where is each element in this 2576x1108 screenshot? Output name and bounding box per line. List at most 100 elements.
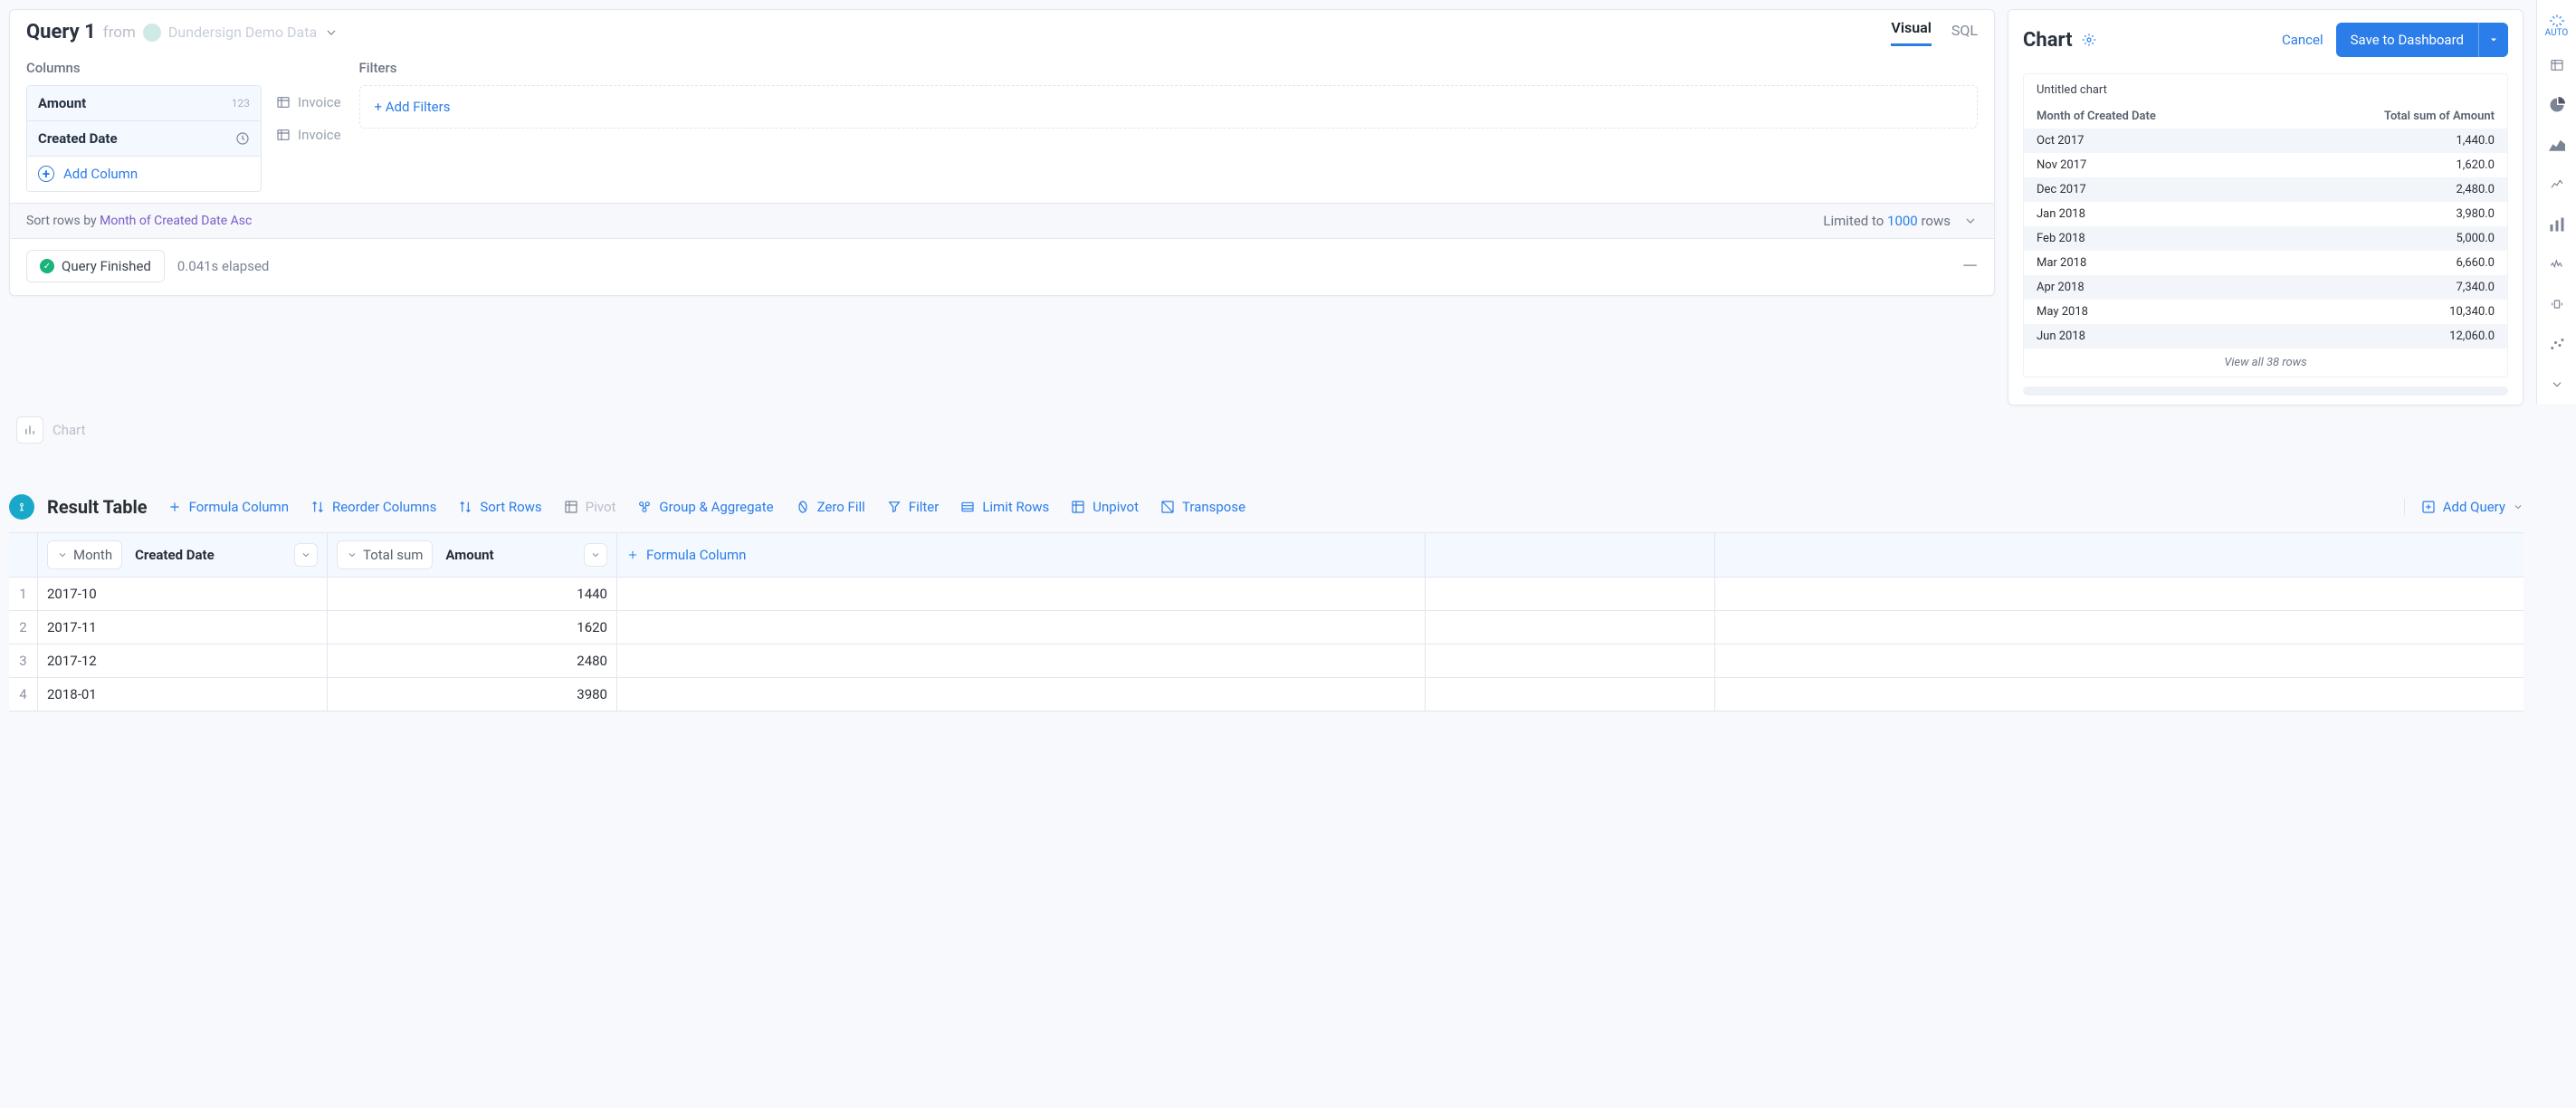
row-index: 4 — [9, 678, 38, 711]
rail-single-icon[interactable] — [2537, 284, 2576, 324]
zero-icon — [796, 500, 810, 514]
query-from-label: from — [103, 24, 136, 42]
collapse-button[interactable]: — — [1962, 255, 1978, 278]
empty-header — [1426, 533, 1715, 577]
action-sort-rows[interactable]: Sort Rows — [458, 499, 541, 515]
sort-description[interactable]: Sort rows by Month of Created Date Asc — [26, 214, 252, 228]
col-header-amount: Total sum Amount — [328, 533, 617, 577]
action-unpivot[interactable]: Unpivot — [1071, 499, 1139, 515]
chart-col-amount: Total sum of Amount — [2384, 110, 2495, 123]
query-panel: Query 1 from Dundersign Demo Data Visual… — [9, 9, 1995, 296]
action-transpose[interactable]: Transpose — [1160, 499, 1245, 515]
reorder-icon — [310, 500, 325, 514]
sort-icon — [458, 500, 472, 514]
add-formula-column-header[interactable]: Formula Column — [617, 533, 1426, 577]
table-chip-invoice[interactable]: Invoice — [276, 127, 341, 143]
cell-amount[interactable]: 1620 — [328, 611, 617, 644]
query-title[interactable]: Query 1 — [26, 21, 96, 43]
cell-amount[interactable]: 1440 — [328, 578, 617, 610]
chart-table-row: Nov 20171,620.0 — [2024, 153, 2507, 177]
sort-strip: Sort rows by Month of Created Date Asc L… — [10, 203, 1994, 239]
tab-visual[interactable]: Visual — [1891, 19, 1931, 46]
cell-month[interactable]: 2017-11 — [38, 611, 328, 644]
action-zero-fill[interactable]: Zero Fill — [796, 499, 865, 515]
result-grid-header: Month Created Date Total sum Amount Form… — [9, 533, 2524, 578]
table-icon — [276, 95, 291, 110]
columns-card: Amount 123 Created Date + Add Column — [26, 85, 262, 192]
rail-table-icon[interactable] — [2537, 45, 2576, 85]
add-column-button[interactable]: + Add Column — [27, 157, 261, 191]
cancel-link[interactable]: Cancel — [2282, 32, 2323, 48]
table-chip-invoice[interactable]: Invoice — [276, 94, 341, 110]
add-filters-button[interactable]: + Add Filters — [359, 85, 1978, 129]
chart-table-row: Apr 20187,340.0 — [2024, 275, 2507, 300]
clock-icon — [235, 131, 250, 146]
chevron-down-icon — [57, 549, 68, 560]
plus-icon — [626, 549, 639, 561]
tab-sql[interactable]: SQL — [1951, 22, 1978, 46]
rail-bar-icon[interactable] — [2537, 205, 2576, 244]
column-amount[interactable]: Amount 123 — [27, 86, 261, 121]
cell-month[interactable]: 2017-10 — [38, 578, 328, 610]
month-grouping-pill[interactable]: Month — [47, 540, 122, 569]
rail-auto-label: AUTO — [2545, 28, 2569, 38]
query-tabs: Visual SQL — [1891, 19, 1978, 46]
gear-icon[interactable] — [2082, 33, 2096, 47]
action-reorder-columns[interactable]: Reorder Columns — [310, 499, 436, 515]
rail-line-icon[interactable] — [2537, 165, 2576, 205]
chart-panel-title: Chart — [2023, 29, 2096, 52]
empty-header — [1715, 533, 2524, 577]
chart-table-row: Jun 201812,060.0 — [2024, 324, 2507, 349]
chart-table-row: Oct 20171,440.0 — [2024, 129, 2507, 153]
rail-pie-icon[interactable] — [2537, 85, 2576, 125]
chart-title[interactable]: Untitled chart — [2024, 83, 2507, 104]
column-name: Amount — [38, 95, 86, 111]
chart-table-footer[interactable]: View all 38 rows — [2024, 349, 2507, 371]
save-button-main[interactable]: Save to Dashboard — [2336, 23, 2478, 57]
result-row: 4 2018-01 3980 — [9, 678, 2524, 712]
rail-sparkline-icon[interactable] — [2537, 244, 2576, 284]
chevron-down-icon — [347, 549, 358, 560]
query-status[interactable]: ✓ Query Finished — [26, 250, 165, 282]
chart-table: Untitled chart Month of Created Date Tot… — [2023, 73, 2508, 377]
column-menu[interactable] — [584, 543, 607, 567]
save-button-dropdown[interactable] — [2478, 23, 2508, 57]
cell-amount[interactable]: 2480 — [328, 645, 617, 677]
rail-more-icon[interactable] — [2537, 364, 2576, 404]
group-icon — [637, 500, 652, 514]
chart-table-row: Feb 20185,000.0 — [2024, 226, 2507, 251]
action-filter[interactable]: Filter — [887, 499, 940, 515]
horizontal-scrollbar[interactable] — [2023, 387, 2508, 396]
plus-icon: + — [38, 166, 54, 182]
result-grid: Month Created Date Total sum Amount Form… — [9, 532, 2524, 712]
cell-month[interactable]: 2017-12 — [38, 645, 328, 677]
limit-description[interactable]: Limited to 1000 rows — [1823, 213, 1951, 229]
chart-panel: Chart Cancel Save to Dashboard Untitled … — [2008, 9, 2524, 406]
query-source[interactable]: Dundersign Demo Data — [143, 24, 339, 42]
cell-amount[interactable]: 3980 — [328, 678, 617, 711]
column-created-date[interactable]: Created Date — [27, 121, 261, 157]
rail-area-icon[interactable] — [2537, 125, 2576, 165]
result-row: 3 2017-12 2480 — [9, 645, 2524, 678]
aggregation-pill[interactable]: Total sum — [337, 540, 433, 569]
column-menu[interactable] — [294, 543, 318, 567]
cell-month[interactable]: 2018-01 — [38, 678, 328, 711]
chevron-down-icon — [590, 549, 601, 560]
query-source-name: Dundersign Demo Data — [168, 24, 317, 41]
action-add-query[interactable]: Add Query — [2404, 499, 2524, 515]
chevron-down-icon[interactable] — [1963, 214, 1978, 228]
filter-icon — [887, 500, 902, 514]
query-status-text: Query Finished — [62, 258, 151, 274]
chart-chip-label: Chart — [52, 422, 86, 438]
action-limit-rows[interactable]: Limit Rows — [960, 499, 1049, 515]
rail-scatter-icon[interactable] — [2537, 324, 2576, 364]
chart-table-row: Jan 20183,980.0 — [2024, 202, 2507, 226]
chart-chip[interactable]: Chart — [16, 416, 2576, 444]
chart-table-header: Month of Created Date Total sum of Amoun… — [2024, 104, 2507, 129]
action-group-aggregate[interactable]: Group & Aggregate — [637, 499, 773, 515]
table-chip-label: Invoice — [298, 94, 341, 110]
rail-auto[interactable]: AUTO — [2537, 5, 2576, 45]
caret-down-icon — [2488, 34, 2499, 45]
result-row: 2 2017-11 1620 — [9, 611, 2524, 645]
action-formula-column[interactable]: Formula Column — [167, 499, 289, 515]
